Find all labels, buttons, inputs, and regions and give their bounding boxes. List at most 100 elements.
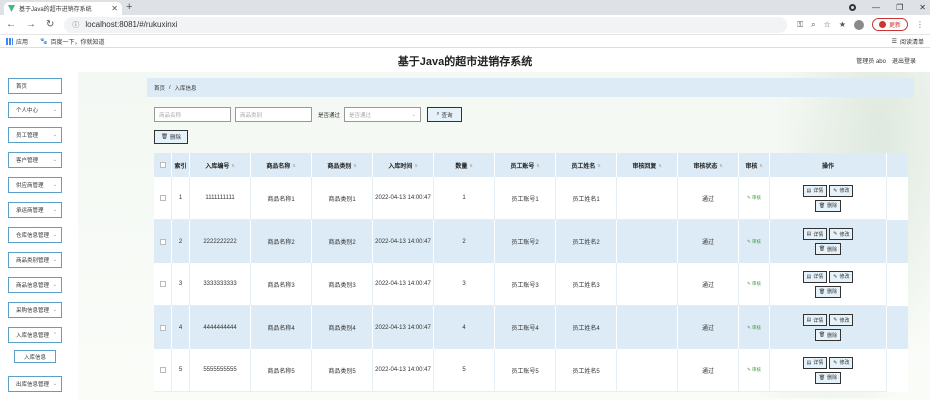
- sidebar-item-carrier[interactable]: 承运商管理 ⌄: [8, 202, 62, 218]
- checkbox[interactable]: [159, 195, 166, 201]
- detail-button[interactable]: ▤ 详情: [802, 314, 828, 326]
- sidebar-item-outbound[interactable]: 出库信息管理 ⌄: [8, 376, 62, 392]
- delete-button[interactable]: 🗑 删除: [814, 199, 842, 212]
- sidebar-item-warehouse[interactable]: 仓库信息管理 ⌄: [8, 227, 62, 243]
- zoom-icon[interactable]: ⌕: [811, 20, 815, 30]
- star-icon[interactable]: ☆: [824, 20, 831, 29]
- sidebar-item-purchase[interactable]: 采购信息管理 ⌄: [8, 302, 62, 318]
- audit-link[interactable]: 审核: [752, 195, 761, 200]
- goods-type-input[interactable]: 商品类别: [235, 107, 312, 122]
- sidebar-item-goods[interactable]: 商品信息管理 ⌄: [8, 277, 62, 293]
- checkbox[interactable]: [159, 238, 166, 245]
- goods-name-input[interactable]: 商品名称: [154, 107, 231, 122]
- sort-icon[interactable]: ⇅: [414, 163, 417, 168]
- row-select[interactable]: [154, 220, 172, 263]
- edit-button[interactable]: ✎ 修改: [829, 270, 854, 283]
- logout-link[interactable]: 退出登录: [892, 56, 916, 65]
- col-staff-name[interactable]: 员工姓名 ⇅: [556, 153, 617, 177]
- info-icon[interactable]: ⓘ: [72, 20, 79, 30]
- delete-button[interactable]: 🗑 删除: [814, 243, 842, 255]
- sidebar-item-supplier[interactable]: 供应商管理 ⌄: [8, 177, 62, 193]
- delete-button[interactable]: 🗑 删除: [814, 371, 842, 384]
- sort-icon[interactable]: ⇅: [231, 163, 234, 168]
- checkbox[interactable]: [159, 281, 166, 287]
- col-audit-reply[interactable]: 审核回复 ⇅: [617, 153, 678, 177]
- batch-delete-button[interactable]: 🗑 删除: [154, 130, 188, 144]
- sort-icon[interactable]: ⇅: [597, 163, 600, 168]
- query-button[interactable]: ⌕ 查询: [427, 107, 463, 122]
- select-all-checkbox[interactable]: [154, 153, 172, 177]
- reload-icon[interactable]: ↻: [46, 19, 54, 30]
- detail-button[interactable]: ▤ 详情: [802, 184, 828, 197]
- col-inbound-no[interactable]: 入库编号 ⇅: [190, 153, 251, 177]
- audit-link[interactable]: 审核: [752, 325, 761, 330]
- col-audit-status[interactable]: 审核状态 ⇅: [678, 153, 739, 177]
- extension-icon[interactable]: ★: [839, 20, 846, 29]
- audit-link[interactable]: 审核: [752, 281, 761, 286]
- sort-icon[interactable]: ⇅: [759, 163, 762, 168]
- sort-icon[interactable]: ⇅: [719, 163, 722, 168]
- cell-audit[interactable]: ✎ 审核: [739, 263, 770, 306]
- edit-button[interactable]: ✎ 修改: [829, 184, 854, 197]
- col-goods-name[interactable]: 商品名称 ⇅: [251, 153, 312, 177]
- sidebar-item-home[interactable]: 首页: [8, 78, 62, 94]
- bookmark-baidu[interactable]: 🐾 百度一下，你就知道: [40, 37, 105, 46]
- profile-avatar[interactable]: [853, 19, 864, 30]
- sort-icon[interactable]: ⇅: [353, 163, 356, 168]
- cell-audit[interactable]: ✎ 审核: [739, 306, 770, 349]
- update-button[interactable]: 更新: [871, 18, 908, 31]
- key-icon[interactable]: ⚿: [797, 20, 803, 30]
- edit-button[interactable]: ✎ 修改: [829, 356, 854, 369]
- bookmark-apps[interactable]: 应用: [6, 37, 28, 46]
- col-quantity[interactable]: 数量 ⇅: [434, 153, 495, 177]
- sidebar-item-profile[interactable]: 个人中心 ⌄: [8, 102, 62, 118]
- edit-button[interactable]: ✎ 修改: [829, 228, 854, 240]
- delete-button[interactable]: 🗑 删除: [814, 285, 842, 298]
- sort-icon[interactable]: ⇅: [469, 163, 472, 168]
- sidebar-item-staff[interactable]: 员工管理 ⌄: [8, 127, 62, 143]
- sidebar-subitem-inbound-info[interactable]: 入库信息: [14, 350, 56, 363]
- sort-icon[interactable]: ⇅: [658, 163, 661, 168]
- audit-link[interactable]: 审核: [752, 239, 761, 244]
- close-tab-icon[interactable]: ✕: [111, 4, 118, 13]
- cell-goods-type: 商品类别3: [312, 263, 373, 306]
- detail-button[interactable]: ▤ 详情: [802, 356, 828, 369]
- col-staff-account[interactable]: 员工账号 ⇅: [495, 153, 556, 177]
- browser-tab[interactable]: 基于Java的超市进销存系统 ✕: [4, 2, 122, 15]
- minimize-icon[interactable]: —: [872, 3, 880, 12]
- sort-icon[interactable]: ⇅: [536, 163, 539, 168]
- status-select[interactable]: 是否通过 ⌄: [344, 107, 422, 122]
- col-audit[interactable]: 审核 ⇅: [739, 153, 770, 177]
- forward-icon[interactable]: →: [26, 19, 36, 30]
- record-icon[interactable]: [849, 4, 857, 11]
- detail-button[interactable]: ▤ 详情: [802, 228, 828, 240]
- checkbox[interactable]: [159, 324, 166, 331]
- delete-button[interactable]: 🗑 删除: [814, 329, 842, 341]
- cell-audit[interactable]: ✎ 审核: [739, 177, 770, 220]
- audit-link[interactable]: 审核: [752, 367, 761, 372]
- sidebar-item-inbound[interactable]: 入库信息管理 ⌃: [8, 327, 62, 343]
- detail-button[interactable]: ▤ 详情: [802, 270, 828, 283]
- sidebar-item-customer[interactable]: 客户管理 ⌄: [8, 152, 62, 168]
- col-goods-type[interactable]: 商品类别 ⇅: [312, 153, 373, 177]
- url-field[interactable]: ⓘ localhost:8081/#/rukuxinxi: [64, 16, 788, 33]
- checkbox[interactable]: [159, 367, 166, 373]
- cell-audit[interactable]: ✎ 审核: [739, 349, 770, 392]
- breadcrumb-home[interactable]: 首页: [154, 84, 165, 92]
- row-select[interactable]: [154, 349, 172, 392]
- edit-button[interactable]: ✎ 修改: [829, 314, 854, 326]
- row-select[interactable]: [154, 306, 172, 349]
- col-inbound-time[interactable]: 入库时间 ⇅: [373, 153, 434, 177]
- back-icon[interactable]: ←: [6, 19, 16, 30]
- maximize-icon[interactable]: ❐: [896, 3, 903, 12]
- sort-icon[interactable]: ⇅: [292, 163, 295, 168]
- row-select[interactable]: [154, 263, 172, 306]
- cell-audit[interactable]: ✎ 审核: [739, 220, 770, 263]
- sidebar-item-category[interactable]: 商品类别管理 ⌄: [8, 252, 62, 268]
- menu-icon[interactable]: ⋮: [916, 20, 924, 29]
- close-window-icon[interactable]: ✕: [919, 3, 926, 12]
- new-tab-icon[interactable]: +: [126, 1, 132, 13]
- row-select[interactable]: [154, 177, 172, 220]
- checkbox[interactable]: [159, 162, 166, 168]
- reading-list[interactable]: ☰ 阅读清单: [892, 37, 924, 46]
